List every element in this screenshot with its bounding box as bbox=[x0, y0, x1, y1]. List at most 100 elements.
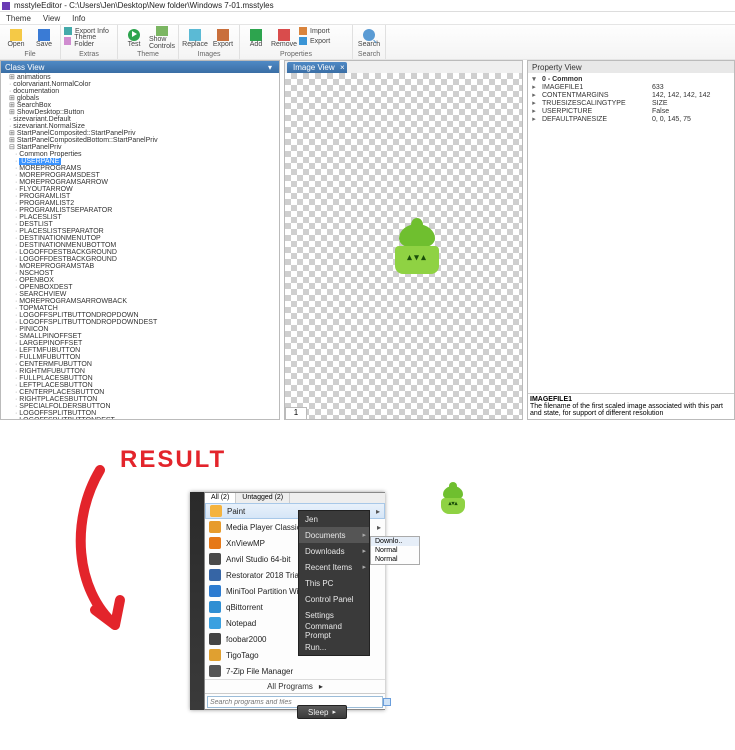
start-right-item[interactable]: Downloads▸ bbox=[299, 543, 369, 559]
tree-node[interactable]: animations bbox=[3, 74, 277, 81]
tree-node[interactable]: LARGEPINOFFSET bbox=[3, 340, 277, 347]
start-right-item[interactable]: Documents▸ bbox=[299, 527, 369, 543]
tree-node[interactable]: LOGOFFSPLITBUTTONDROPDOWNDEST bbox=[3, 319, 277, 326]
replace-button[interactable]: Replace bbox=[182, 26, 208, 50]
tree-node[interactable]: TOPMATCH bbox=[3, 305, 277, 312]
remove-button[interactable]: Remove bbox=[271, 26, 297, 50]
tab-all[interactable]: All (2) bbox=[205, 493, 236, 503]
tree-node[interactable]: DESTINATIONMENUBOTTOM bbox=[3, 242, 277, 249]
property-value[interactable]: False bbox=[652, 108, 732, 115]
tree-node[interactable]: SearchBox bbox=[3, 102, 277, 109]
menu-view[interactable]: View bbox=[43, 14, 60, 23]
menu-theme[interactable]: Theme bbox=[6, 14, 31, 23]
expand-icon[interactable]: ▸ bbox=[530, 91, 538, 99]
search-button[interactable]: Search bbox=[356, 26, 382, 50]
tree-node[interactable]: NSCHOST bbox=[3, 270, 277, 277]
property-value[interactable]: 0, 0, 145, 75 bbox=[652, 116, 732, 123]
image-view-tab[interactable]: Image View × bbox=[287, 62, 347, 73]
tree-node[interactable]: MOREPROGRAMSARROW bbox=[3, 179, 277, 186]
start-menu-item[interactable]: 7-Zip File Manager bbox=[205, 663, 385, 679]
tree-node[interactable]: CENTERPLACESBUTTON bbox=[3, 389, 277, 396]
tree-node[interactable]: LOGOFFSPLITBUTTON bbox=[3, 410, 277, 417]
tree-node[interactable]: FLYOUTARROW bbox=[3, 186, 277, 193]
flyout-item[interactable]: Downlo.. bbox=[371, 537, 419, 546]
save-button[interactable]: Save bbox=[31, 26, 57, 50]
tree-node[interactable]: RIGHTMFUBUTTON bbox=[3, 368, 277, 375]
start-right-item[interactable]: Jen bbox=[299, 511, 369, 527]
class-view-collapse-icon[interactable]: ▾ bbox=[265, 62, 275, 72]
property-value[interactable]: 142, 142, 142, 142 bbox=[652, 92, 732, 99]
import-props-button[interactable]: Import bbox=[299, 26, 349, 36]
tree-node[interactable]: documentation bbox=[3, 88, 277, 95]
tree-node[interactable]: CENTERMFUBUTTON bbox=[3, 361, 277, 368]
test-button[interactable]: Test bbox=[121, 26, 147, 50]
property-row[interactable]: ▸USERPICTUREFalse bbox=[530, 107, 732, 115]
flyout-item[interactable]: Normal bbox=[371, 555, 419, 564]
collapse-icon[interactable]: ▾ bbox=[530, 75, 538, 83]
chevron-right-icon[interactable]: ▸ bbox=[332, 708, 336, 716]
expand-icon[interactable]: ▸ bbox=[530, 83, 538, 91]
property-group-header[interactable]: ▾ 0 - Common bbox=[530, 75, 732, 83]
tree-node[interactable]: PROGRAMLISTSEPARATOR bbox=[3, 207, 277, 214]
flyout-item[interactable]: Normal bbox=[371, 546, 419, 555]
tree-node[interactable]: LEFTMFUBUTTON bbox=[3, 347, 277, 354]
tree-node[interactable]: DESTINATIONMENUTOP bbox=[3, 235, 277, 242]
tree-node[interactable]: LOGOFFSPLITBUTTONDROPDOWN bbox=[3, 312, 277, 319]
expand-icon[interactable]: ▸ bbox=[530, 107, 538, 115]
tree-node[interactable]: sizevariant.NormalSize bbox=[3, 123, 277, 130]
tree-node[interactable]: ShowDesktop::Button bbox=[3, 109, 277, 116]
tree-node[interactable]: MOREPROGRAMSARROWBACK bbox=[3, 298, 277, 305]
tree-node[interactable]: OPENBOX bbox=[3, 277, 277, 284]
tree-node[interactable]: LEFTPLACESBUTTON bbox=[3, 382, 277, 389]
tree-node[interactable]: colorvariant.NormalColor bbox=[3, 81, 277, 88]
tree-node[interactable]: StartPanelComposited::StartPanelPriv bbox=[3, 130, 277, 137]
theme-folder-button[interactable]: Theme Folder bbox=[64, 36, 114, 46]
power-button[interactable]: Sleep ▸ bbox=[297, 705, 347, 719]
start-right-item[interactable]: Command Prompt bbox=[299, 623, 369, 639]
search-input[interactable] bbox=[207, 696, 383, 708]
start-right-item[interactable]: Control Panel bbox=[299, 591, 369, 607]
expand-icon[interactable]: ▸ bbox=[530, 99, 538, 107]
tree-node[interactable]: PLACESLIST bbox=[3, 214, 277, 221]
tree-node[interactable]: SMALLPINOFFSET bbox=[3, 333, 277, 340]
tree-node[interactable]: LOGOFFDESTBACKGROUND bbox=[3, 249, 277, 256]
tree-node[interactable]: LOGOFFDESTBACKGROUND bbox=[3, 256, 277, 263]
tree-node[interactable]: MOREPROGRAMSTAB bbox=[3, 263, 277, 270]
tree-node[interactable]: globals bbox=[3, 95, 277, 102]
image-page-tab[interactable]: 1 bbox=[285, 407, 307, 419]
tree-node[interactable]: PLACESLISTSEPARATOR bbox=[3, 228, 277, 235]
start-right-item[interactable]: Settings bbox=[299, 607, 369, 623]
export-image-button[interactable]: Export bbox=[210, 26, 236, 50]
property-row[interactable]: ▸TRUESIZESCALINGTYPESIZE bbox=[530, 99, 732, 107]
menu-info[interactable]: Info bbox=[72, 14, 85, 23]
tree-node[interactable]: SEARCHVIEW bbox=[3, 291, 277, 298]
tree-node[interactable]: USERPANE bbox=[3, 158, 277, 165]
expand-icon[interactable]: ▸ bbox=[530, 115, 538, 123]
tree-node[interactable]: StartPanelCompositedBottom::StartPanelPr… bbox=[3, 137, 277, 144]
property-row[interactable]: ▸CONTENTMARGINS142, 142, 142, 142 bbox=[530, 91, 732, 99]
tree-node[interactable]: PROGRAMLIST bbox=[3, 193, 277, 200]
tree-node[interactable]: StartPanelPriv bbox=[3, 144, 277, 151]
tree-node[interactable]: PROGRAMLIST2 bbox=[3, 200, 277, 207]
property-value[interactable]: 633 bbox=[652, 84, 732, 91]
tree-node[interactable]: MOREPROGRAMS bbox=[3, 165, 277, 172]
tree-node[interactable]: MOREPROGRAMSDEST bbox=[3, 172, 277, 179]
export-props-button[interactable]: Export bbox=[299, 36, 349, 46]
tree-node[interactable]: FULLMFUBUTTON bbox=[3, 354, 277, 361]
tab-untagged[interactable]: Untagged (2) bbox=[236, 493, 290, 503]
tree-node[interactable]: RIGHTPLACESBUTTON bbox=[3, 396, 277, 403]
add-button[interactable]: Add bbox=[243, 26, 269, 50]
property-row[interactable]: ▸DEFAULTPANESIZE0, 0, 145, 75 bbox=[530, 115, 732, 123]
property-row[interactable]: ▸IMAGEFILE1633 bbox=[530, 83, 732, 91]
start-right-item[interactable]: Recent Items▸ bbox=[299, 559, 369, 575]
all-programs-button[interactable]: All Programs ▸ bbox=[205, 679, 385, 693]
start-right-item[interactable]: This PC bbox=[299, 575, 369, 591]
tree-node[interactable]: SPECIALFOLDERSBUTTON bbox=[3, 403, 277, 410]
tree-node[interactable]: LOGOFFSPLITBUTTONDEST bbox=[3, 417, 277, 419]
property-value[interactable]: SIZE bbox=[652, 100, 732, 107]
class-tree[interactable]: animationscolorvariant.NormalColordocume… bbox=[1, 73, 279, 419]
show-controls-button[interactable]: Show Controls bbox=[149, 26, 175, 50]
start-right-item[interactable]: Run... bbox=[299, 639, 369, 655]
tree-node[interactable]: FULLPLACESBUTTON bbox=[3, 375, 277, 382]
tree-node[interactable]: Common Properties bbox=[3, 151, 277, 158]
